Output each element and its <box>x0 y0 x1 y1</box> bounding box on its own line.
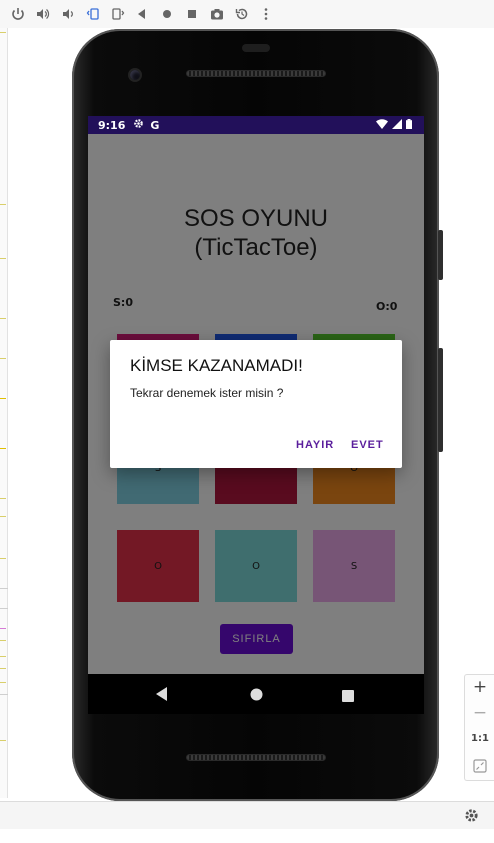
screenshot-icon[interactable] <box>204 2 229 26</box>
navigation-bar <box>88 674 424 714</box>
zoom-out-button[interactable]: − <box>465 703 494 723</box>
zoom-one-to-one-button[interactable]: 1:1 <box>465 733 494 744</box>
gear-icon[interactable] <box>464 808 479 827</box>
game-over-dialog: KİMSE KAZANAMADI! Tekrar denemek ister m… <box>110 340 402 468</box>
nav-back-icon[interactable] <box>156 686 168 705</box>
rotate-left-icon[interactable] <box>80 2 105 26</box>
battery-icon <box>406 119 412 129</box>
overview-icon[interactable] <box>180 2 205 26</box>
status-time: 9:16 <box>98 118 126 132</box>
back-icon[interactable] <box>130 2 155 26</box>
front-camera <box>128 68 142 82</box>
more-icon[interactable] <box>254 2 279 26</box>
zoom-in-button[interactable]: + <box>465 677 494 697</box>
signal-icon <box>392 119 402 129</box>
home-icon[interactable] <box>155 2 180 26</box>
rotate-right-icon[interactable] <box>105 2 130 26</box>
google-icon: G <box>150 118 160 132</box>
nav-overview-icon[interactable] <box>342 687 354 706</box>
status-bar: 9:16 G <box>88 116 424 134</box>
power-key[interactable] <box>438 348 443 452</box>
wifi-icon <box>376 119 388 129</box>
zoom-controls: + − 1:1 <box>464 674 494 781</box>
nav-home-icon[interactable] <box>250 686 263 705</box>
phone-screen: 9:16 G SOS OYUNU (TicTacToe) S:0 O:0 <box>88 116 424 674</box>
power-icon[interactable] <box>6 2 31 26</box>
bottom-speaker <box>186 754 326 761</box>
volume-up-icon[interactable] <box>31 2 56 26</box>
dialog-no-button[interactable]: HAYIR <box>296 439 334 451</box>
dialog-message: Tekrar denemek ister misin ? <box>130 386 284 400</box>
emulator-window: 9:16 G SOS OYUNU (TicTacToe) S:0 O:0 <box>0 0 494 843</box>
settings-icon <box>133 118 144 132</box>
replay-icon[interactable] <box>229 2 254 26</box>
side-ruler <box>0 28 8 798</box>
top-speaker <box>186 70 326 77</box>
sensor-pill <box>242 44 270 52</box>
dialog-yes-button[interactable]: EVET <box>351 439 384 451</box>
dialog-title: KİMSE KAZANAMADI! <box>130 356 303 375</box>
emulator-toolbar <box>0 0 494 28</box>
zoom-fit-icon[interactable] <box>465 758 494 777</box>
volume-key[interactable] <box>438 230 443 280</box>
bottom-toolbar <box>0 801 494 829</box>
volume-down-icon[interactable] <box>56 2 81 26</box>
